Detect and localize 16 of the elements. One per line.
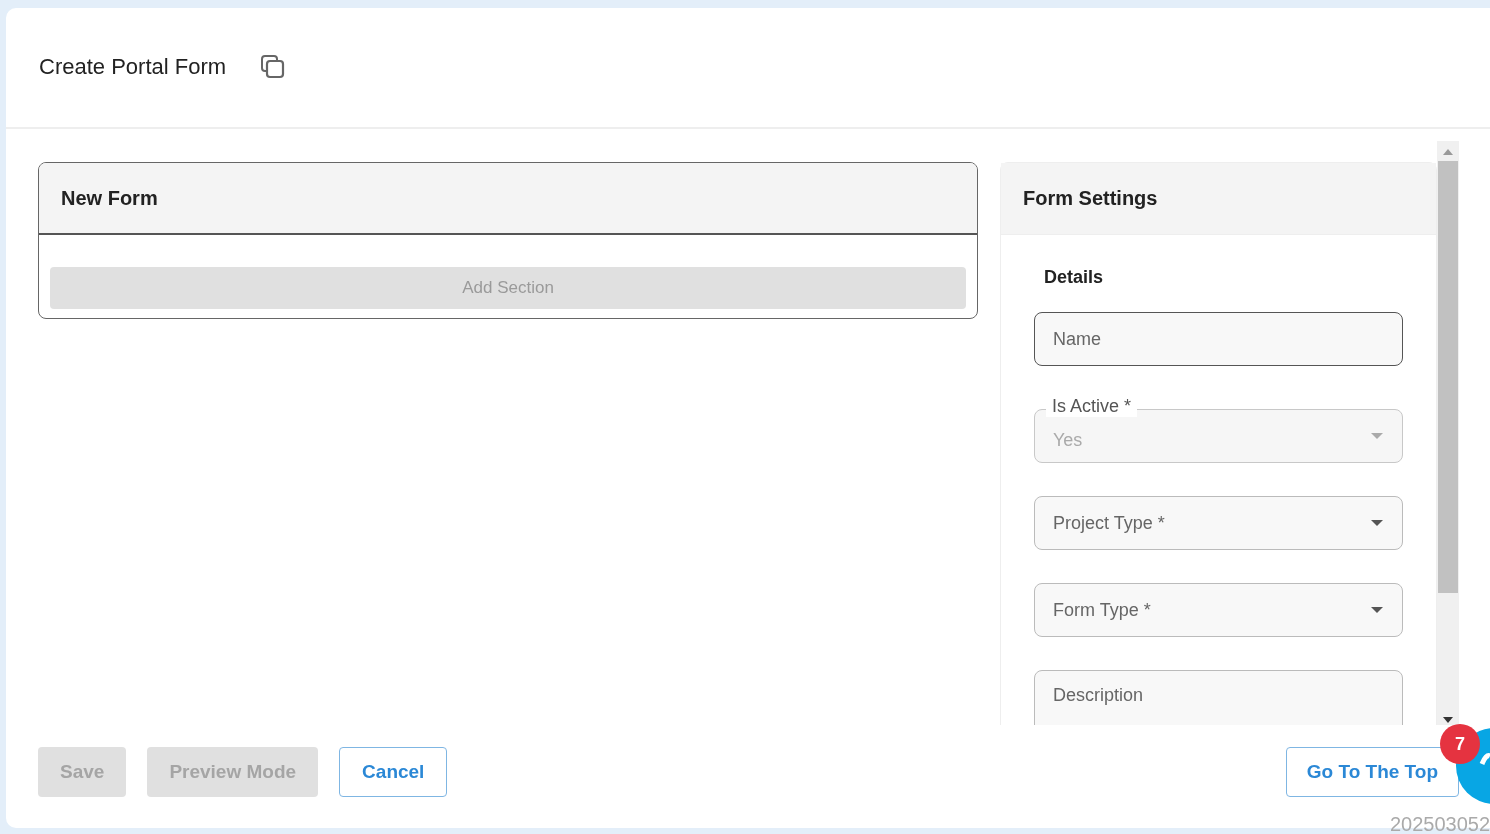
scrollbar[interactable] bbox=[1437, 141, 1459, 725]
section-heading: Details bbox=[1044, 267, 1105, 288]
select-field[interactable]: Project Type * bbox=[1034, 496, 1403, 550]
description-field[interactable]: Description bbox=[1034, 670, 1403, 725]
timestamp: 202503052 bbox=[1389, 814, 1490, 834]
caret-icon bbox=[1370, 606, 1384, 614]
caret-icon bbox=[1370, 432, 1384, 440]
select-field[interactable]: Form Type * bbox=[1034, 583, 1403, 637]
name-field[interactable]: Name bbox=[1034, 312, 1403, 366]
copy-icon[interactable] bbox=[260, 53, 287, 80]
caret-icon bbox=[1370, 519, 1384, 527]
scroll-up-icon[interactable] bbox=[1443, 149, 1453, 155]
panel-title: New Form bbox=[61, 186, 158, 210]
panel-title: Form Settings bbox=[1023, 187, 1158, 210]
cancel-button[interactable]: Cancel bbox=[339, 747, 448, 797]
page-title: Create Portal Form bbox=[39, 53, 227, 80]
